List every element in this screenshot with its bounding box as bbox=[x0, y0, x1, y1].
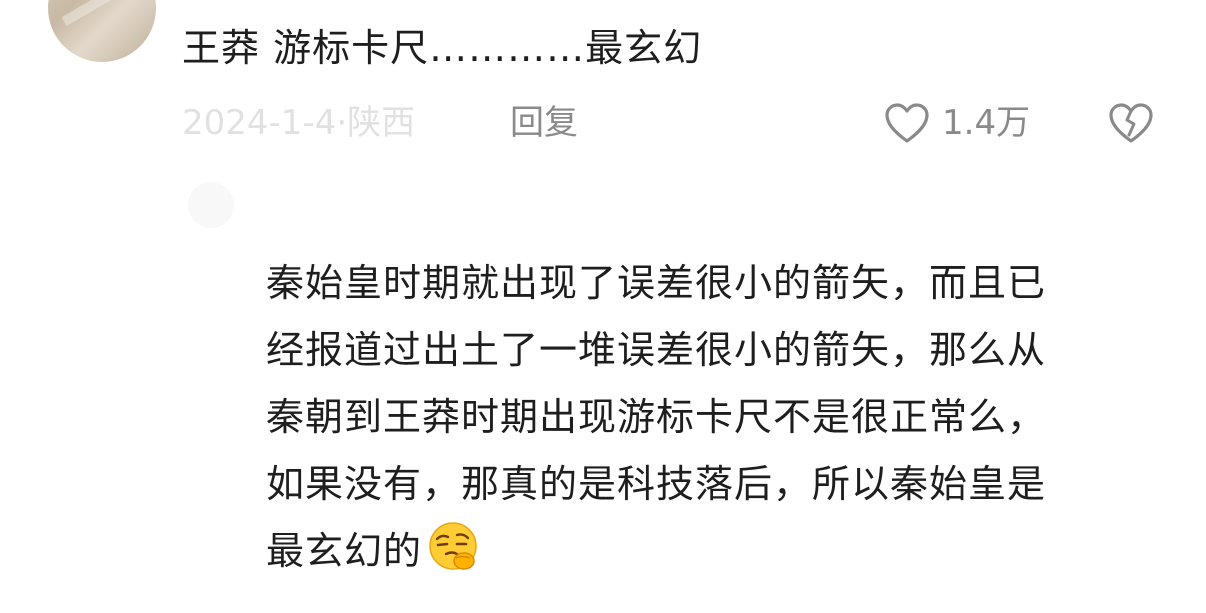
thinking-face-emoji bbox=[429, 522, 477, 570]
broken-heart-icon[interactable] bbox=[1108, 102, 1154, 144]
reply-line: 如果没有，那真的是科技落后，所以秦始皇是 bbox=[266, 462, 1047, 506]
heart-outline-icon bbox=[885, 103, 929, 143]
reply-button[interactable]: 回复 bbox=[510, 98, 578, 148]
like-button[interactable]: 1.4万 bbox=[884, 98, 1030, 148]
reply-line: 秦始皇时期就出现了误差很小的箭矢，而且已 bbox=[266, 261, 1047, 305]
reply-line: 经报道过出土了一堆误差很小的箭矢，那么从 bbox=[266, 328, 1047, 372]
comment-text: 王莽 游标卡尺…………最玄幻 bbox=[182, 26, 703, 70]
reply-line: 最玄幻的 bbox=[266, 529, 423, 573]
reply-text: 秦始皇时期就出现了误差很小的箭矢，而且已 经报道过出土了一堆误差很小的箭矢，那么… bbox=[266, 250, 1166, 585]
like-count: 1.4万 bbox=[942, 103, 1031, 143]
commenter-avatar[interactable] bbox=[48, 0, 156, 62]
reply-avatar[interactable] bbox=[188, 182, 234, 228]
reply-last-line: 最玄幻的 bbox=[266, 518, 1166, 585]
comment-date-location: 2024-1-4·陕西 bbox=[182, 103, 416, 143]
reply-line: 秦朝到王莽时期出现游标卡尺不是很正常么， bbox=[266, 395, 1047, 439]
comment-meta-row: 2024-1-4·陕西 回复 1.4万 bbox=[182, 98, 1172, 148]
